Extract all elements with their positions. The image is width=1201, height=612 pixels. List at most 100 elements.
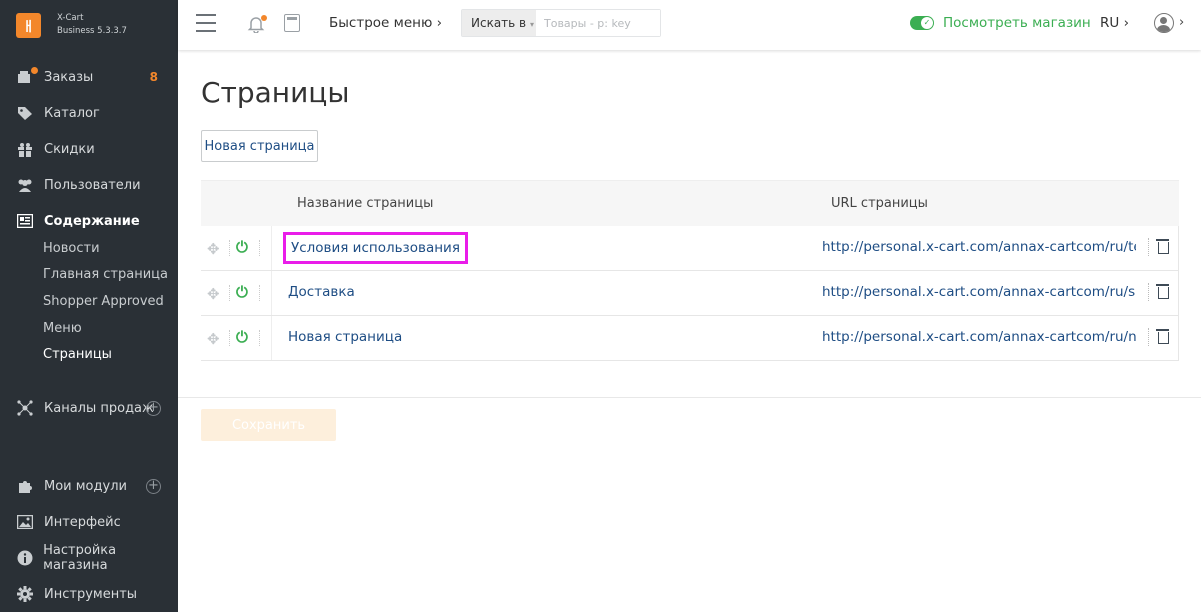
sidebar-subitem-menu[interactable]: Меню xyxy=(43,318,82,338)
column-header-url: URL страницы xyxy=(831,196,928,211)
drag-handle-icon[interactable]: ✥ xyxy=(207,330,220,348)
page-name-link[interactable]: Доставка xyxy=(288,284,355,300)
add-module-icon[interactable]: + xyxy=(146,478,161,494)
table-row: ✥ ⏻ Доставка http://personal.x-cart.com/… xyxy=(201,271,1179,316)
divider xyxy=(229,285,230,301)
sidebar-item-interface[interactable]: Интерфейс xyxy=(0,510,178,534)
divider xyxy=(1148,328,1149,346)
sidebar-item-my-modules[interactable]: Мои модули + xyxy=(0,474,178,498)
table-row: ✥ ⏻ Условия использования http://persona… xyxy=(201,226,1179,271)
sidebar-item-content[interactable]: Содержание xyxy=(0,209,178,233)
divider xyxy=(229,330,230,346)
sidebar-subitem-home-page[interactable]: Главная страница xyxy=(43,264,168,284)
user-menu-chevron-icon[interactable]: › xyxy=(1179,15,1184,30)
sidebar-subitem-pages[interactable]: Страницы xyxy=(43,344,112,364)
view-store-label: Посмотреть магазин xyxy=(943,15,1091,31)
caret-down-icon: ▾ xyxy=(529,20,534,29)
table-row: ✥ ⏻ Новая страница http://personal.x-car… xyxy=(201,316,1179,361)
hamburger-menu-icon[interactable] xyxy=(196,14,216,32)
power-toggle-icon[interactable]: ⏻ xyxy=(236,328,248,346)
trash-icon[interactable] xyxy=(1156,283,1169,299)
notification-dot xyxy=(261,15,267,21)
calculator-icon[interactable] xyxy=(284,14,300,32)
brand-text: X-Cart Business 5.3.3.7 xyxy=(57,12,127,38)
divider xyxy=(1178,226,1179,270)
power-toggle-icon[interactable]: ⏻ xyxy=(236,283,248,301)
page-title: Страницы xyxy=(201,76,350,109)
search-scope-select[interactable]: Искать в ▾ xyxy=(462,10,536,36)
brand[interactable]: ㅐ X-Cart Business 5.3.3.7 xyxy=(0,0,178,50)
gear-icon xyxy=(16,586,34,602)
sidebar-item-label: Заказы xyxy=(44,69,94,85)
gift-icon xyxy=(16,141,34,157)
divider xyxy=(259,330,260,346)
top-bar: Быстрое меню › Искать в ▾ Посмотреть маг… xyxy=(178,0,1201,50)
sidebar-item-label: Инструменты xyxy=(44,586,138,602)
divider xyxy=(259,285,260,301)
brand-name: X-Cart xyxy=(57,13,84,23)
sidebar-subitem-news[interactable]: Новости xyxy=(43,238,100,258)
divider xyxy=(1148,238,1149,256)
users-icon xyxy=(16,177,34,193)
sidebar-subitem-shopper-approved[interactable]: Shopper Approved xyxy=(43,291,164,311)
page-url-link[interactable]: http://personal.x-cart.com/annax-cartcom… xyxy=(822,239,1136,255)
info-icon xyxy=(16,550,33,566)
pages-table: Название страницы URL страницы ✥ ⏻ Услов… xyxy=(201,180,1179,361)
xcart-logo[interactable]: ㅐ xyxy=(16,12,41,38)
column-header-name: Название страницы xyxy=(297,196,434,211)
save-button[interactable]: Сохранить xyxy=(201,409,336,441)
search-input[interactable] xyxy=(536,10,660,36)
tag-icon xyxy=(16,105,34,121)
sidebar-item-tools[interactable]: Инструменты xyxy=(0,582,178,606)
drag-handle-icon[interactable]: ✥ xyxy=(207,240,220,258)
sidebar-item-catalog[interactable]: Каталог xyxy=(0,101,178,125)
trash-icon[interactable] xyxy=(1156,238,1169,254)
table-header: Название страницы URL страницы xyxy=(201,180,1179,226)
page-name-link[interactable]: Условия использования xyxy=(283,232,468,264)
drag-handle-icon[interactable]: ✥ xyxy=(207,285,220,303)
quick-menu-label: Быстрое меню xyxy=(329,15,433,31)
divider xyxy=(1178,316,1179,360)
sidebar-item-store-setup[interactable]: Настройка магазина xyxy=(0,543,178,573)
search-scope-label: Искать в xyxy=(471,16,527,30)
section-divider xyxy=(178,397,1201,398)
power-toggle-icon[interactable]: ⏻ xyxy=(236,238,248,256)
divider xyxy=(1178,271,1179,315)
chevron-right-icon: › xyxy=(436,15,443,31)
page-url-link[interactable]: http://personal.x-cart.com/annax-cartcom… xyxy=(822,329,1136,345)
brand-edition: Business 5.3.3.7 xyxy=(57,26,127,36)
content-icon xyxy=(16,213,34,229)
sidebar-item-label: Скидки xyxy=(44,141,95,157)
language-selector[interactable]: RU › xyxy=(1100,15,1129,31)
language-label: RU xyxy=(1100,15,1120,31)
divider xyxy=(1148,283,1149,301)
store-toggle-icon[interactable] xyxy=(910,16,934,30)
sidebar-item-users[interactable]: Пользователи xyxy=(0,173,178,197)
sidebar-item-label: Каналы продаж xyxy=(44,400,154,416)
sidebar-item-label: Настройка магазина xyxy=(43,543,117,573)
sidebar-item-label: Мои модули xyxy=(44,478,127,494)
channels-icon xyxy=(16,400,34,416)
add-channel-icon[interactable]: + xyxy=(146,400,161,416)
sidebar-item-discounts[interactable]: Скидки xyxy=(0,137,178,161)
user-avatar-icon[interactable] xyxy=(1154,13,1174,33)
chevron-right-icon: › xyxy=(1123,15,1129,31)
divider xyxy=(259,240,260,256)
puzzle-icon xyxy=(16,478,34,494)
new-page-button[interactable]: Новая страница xyxy=(201,130,318,162)
sidebar: ㅐ X-Cart Business 5.3.3.7 Заказы 8 Катал… xyxy=(0,0,178,612)
sidebar-item-orders[interactable]: Заказы 8 xyxy=(0,65,178,89)
page-name-link[interactable]: Новая страница xyxy=(288,329,402,345)
sidebar-item-label: Пользователи xyxy=(44,177,141,193)
sidebar-item-sales-channels[interactable]: Каналы продаж + xyxy=(0,396,178,420)
trash-icon[interactable] xyxy=(1156,328,1169,344)
orders-notification-dot xyxy=(31,67,38,74)
image-icon xyxy=(16,514,34,530)
sidebar-item-label: Интерфейс xyxy=(44,514,121,530)
divider xyxy=(229,240,230,256)
page-url-link[interactable]: http://personal.x-cart.com/annax-cartcom… xyxy=(822,284,1136,300)
view-store-link[interactable]: Посмотреть магазин xyxy=(910,15,1091,31)
quick-menu[interactable]: Быстрое меню › xyxy=(329,15,442,31)
sidebar-item-label: Содержание xyxy=(44,213,140,229)
search-group: Искать в ▾ xyxy=(461,9,661,37)
